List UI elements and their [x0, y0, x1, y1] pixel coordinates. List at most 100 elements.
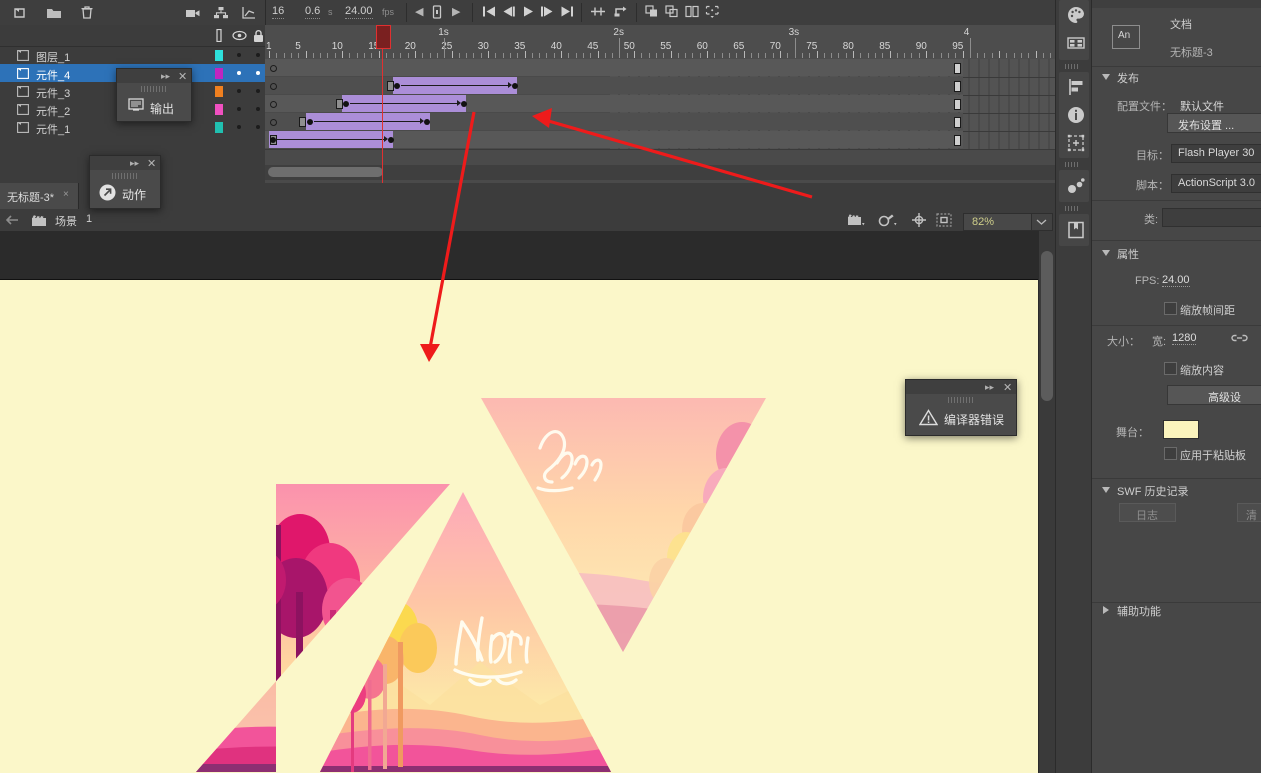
layer-lock-toggle[interactable] — [256, 107, 260, 111]
layer-lock-toggle[interactable] — [256, 53, 260, 57]
step-back-button[interactable] — [501, 5, 516, 21]
new-folder-icon[interactable] — [45, 4, 63, 22]
new-layer-icon[interactable] — [12, 4, 30, 22]
accessibility-toggle[interactable] — [1103, 606, 1109, 614]
end-frame-marker[interactable] — [954, 81, 962, 92]
timeline-frames[interactable]: 1 5 10 15 20 25 30 35 40 45 50 55 60 65 70 75 80 85 90 95 1s… — [265, 25, 1055, 183]
onion-next-button[interactable]: ▶ — [452, 5, 460, 18]
close-icon[interactable]: ✕ — [178, 70, 187, 83]
compiler-error-panel[interactable]: ▸▸ ✕ 编译器错误 — [905, 379, 1017, 436]
panel-title-bar[interactable] — [906, 380, 1016, 394]
snap-to-objects-icon[interactable] — [910, 212, 928, 231]
stage-vertical-scrollbar[interactable] — [1038, 231, 1056, 773]
target-field[interactable]: Flash Player 30 — [1171, 144, 1261, 163]
scale-content-checkbox[interactable] — [1164, 362, 1177, 375]
keyframe-marker[interactable] — [387, 137, 394, 143]
keyframe-marker[interactable] — [270, 137, 276, 143]
info-icon[interactable] — [1065, 104, 1087, 126]
eye-icon[interactable] — [232, 29, 247, 45]
layer-lock-toggle[interactable] — [256, 125, 260, 129]
scene-label[interactable]: 场景 — [55, 213, 77, 229]
class-field[interactable] — [1162, 208, 1261, 227]
layer-depth-icon[interactable] — [212, 4, 230, 22]
swf-history-toggle[interactable] — [1102, 487, 1110, 493]
empty-keyframe-marker[interactable] — [270, 65, 277, 72]
stage-canvas[interactable] — [0, 279, 1038, 773]
zoom-input[interactable]: 82% — [963, 213, 1033, 231]
output-panel[interactable]: ▸▸ ✕ 输出 — [116, 68, 192, 122]
collapse-icon[interactable]: ▸▸ — [985, 382, 994, 393]
back-arrow-icon[interactable] — [4, 212, 20, 231]
library-icon[interactable] — [1065, 219, 1087, 241]
elapsed-time-field[interactable]: 0.6 — [305, 5, 321, 19]
keyframe-marker[interactable] — [343, 101, 349, 107]
layer-lock-toggle[interactable] — [256, 89, 260, 93]
camera-icon[interactable] — [184, 4, 202, 22]
layer-visibility-toggle[interactable] — [237, 125, 241, 129]
layer-visibility-toggle[interactable] — [237, 89, 241, 93]
edit-multiple-frames-icon[interactable] — [685, 5, 700, 21]
timeline-row-元件_2[interactable] — [265, 113, 1055, 132]
properties-section-toggle[interactable] — [1102, 250, 1110, 256]
close-icon[interactable]: × — [63, 189, 69, 200]
keyframe-marker[interactable] — [460, 101, 467, 107]
onion-skin-icon[interactable] — [645, 5, 660, 21]
edit-scene-icon[interactable] — [846, 212, 868, 231]
empty-keyframe-marker[interactable] — [270, 83, 277, 90]
layer-row-图层_1[interactable]: 图层_1 — [0, 46, 265, 64]
scrollbar-thumb[interactable] — [1041, 251, 1053, 401]
step-forward-button[interactable] — [540, 5, 555, 21]
go-to-last-frame-button[interactable] — [560, 5, 575, 21]
publish-section-toggle[interactable] — [1102, 74, 1110, 80]
layer-color-swatch[interactable] — [215, 122, 223, 133]
layer-visibility-toggle[interactable] — [237, 71, 241, 75]
onion-skin-outlines-icon[interactable] — [665, 5, 680, 21]
script-field[interactable]: ActionScript 3.0 — [1171, 174, 1261, 193]
layer-color-swatch[interactable] — [215, 104, 223, 115]
loop-playback-icon[interactable] — [613, 5, 629, 21]
play-button[interactable] — [521, 5, 536, 21]
timeline-row-元件_3[interactable] — [265, 95, 1055, 114]
link-dimensions-icon[interactable] — [1231, 330, 1248, 350]
timeline-row-元件_4[interactable] — [265, 77, 1055, 96]
align-icon[interactable] — [1065, 76, 1087, 98]
empty-keyframe-marker[interactable] — [270, 119, 277, 126]
width-field[interactable]: 1280 — [1172, 332, 1197, 345]
swatches-icon[interactable] — [1065, 32, 1087, 54]
end-frame-marker[interactable] — [954, 135, 962, 146]
layer-lock-toggle[interactable] — [256, 71, 260, 75]
end-frame-marker[interactable] — [954, 63, 962, 74]
edit-symbols-icon[interactable] — [878, 212, 900, 231]
lock-icon[interactable] — [252, 29, 265, 46]
zoom-dropdown-button[interactable] — [1031, 213, 1053, 231]
panel-grip[interactable] — [1092, 0, 1261, 8]
motion-presets-icon[interactable] — [1065, 175, 1087, 197]
blank-keyframe-marker[interactable] — [386, 81, 394, 91]
transform-icon[interactable] — [1065, 132, 1087, 154]
color-palette-icon[interactable] — [1065, 4, 1087, 26]
keyframe-marker[interactable] — [511, 83, 518, 89]
swf-clear-button[interactable]: 清 — [1237, 503, 1261, 522]
playhead-handle[interactable] — [375, 25, 391, 49]
blank-keyframe-marker[interactable] — [299, 117, 307, 127]
layer-color-swatch[interactable] — [215, 68, 223, 79]
apply-pasteboard-checkbox[interactable] — [1164, 447, 1177, 460]
scale-spacing-checkbox[interactable] — [1164, 302, 1177, 315]
end-frame-marker[interactable] — [954, 99, 962, 110]
swf-log-button[interactable]: 日志 — [1119, 503, 1176, 522]
publish-settings-button[interactable]: 发布设置 ... — [1167, 113, 1261, 133]
advanced-settings-button[interactable]: 高级设 — [1167, 385, 1261, 405]
center-frame-icon[interactable] — [590, 5, 606, 21]
collapse-icon[interactable]: ▸▸ — [161, 71, 170, 82]
close-icon[interactable]: ✕ — [1003, 381, 1012, 394]
timeline-row-图层_1[interactable] — [265, 59, 1055, 78]
fit-stage-icon[interactable] — [935, 212, 953, 231]
current-frame-field[interactable]: 16 — [272, 5, 285, 19]
stage-area[interactable] — [0, 231, 1038, 773]
layer-color-swatch[interactable] — [215, 86, 223, 97]
onion-prev-button[interactable]: ◀ — [415, 5, 423, 18]
collapse-icon[interactable]: ▸▸ — [130, 158, 139, 169]
stage-color-swatch[interactable] — [1163, 420, 1199, 439]
timeline-row-元件_1[interactable] — [265, 131, 1055, 150]
fps-field[interactable]: 24.00 — [1162, 274, 1190, 287]
